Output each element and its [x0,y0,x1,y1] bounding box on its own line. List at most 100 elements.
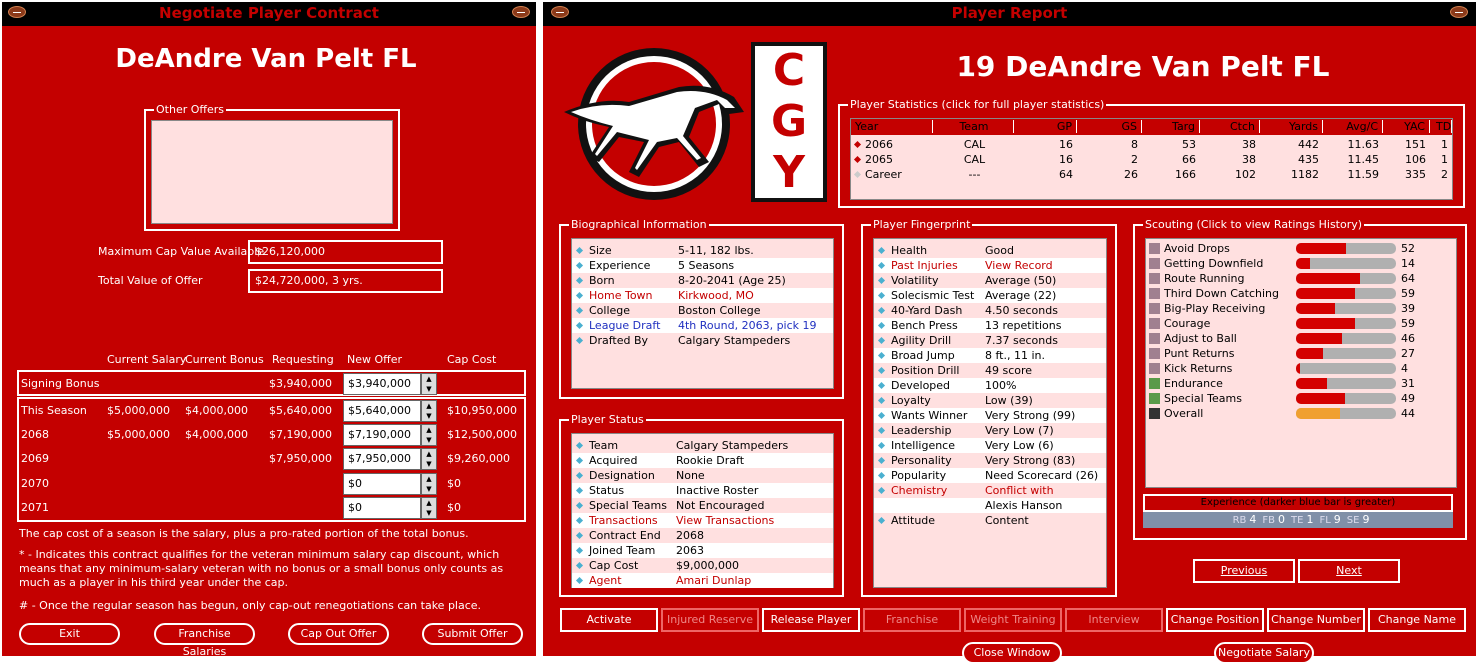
info-value: Calgary Stampeders [678,334,791,347]
info-value: Alexis Hanson [985,499,1063,512]
info-row: Drafted By Calgary Stampeders [572,333,833,348]
new-offer-stepper[interactable]: $0 ▲ ▼ [343,497,437,519]
scouting-row[interactable]: Kick Returns 4 [1146,361,1456,376]
info-row: Size 5-11, 182 lbs. [572,243,833,258]
scouting-row[interactable]: Avoid Drops 52 [1146,241,1456,256]
new-offer-stepper[interactable]: $7,950,000 ▲ ▼ [343,448,437,470]
info-row[interactable]: Past Injuries View Record [874,258,1106,273]
close-window-button[interactable]: Close Window [962,642,1062,664]
arrow-up-icon[interactable]: ▲ [422,401,436,411]
bullet-icon [877,486,886,495]
player-stats-table[interactable]: Year Team GP GS Targ Ctch Yards Avg/C YAC TD 2066… [850,118,1453,200]
rating-bar-fill [1296,243,1346,254]
franchise-salaries-button[interactable]: Franchise Salaries [154,623,255,658]
arrow-up-icon[interactable]: ▲ [422,425,436,435]
info-key: Volatility [891,274,939,287]
info-value[interactable]: View Record [985,259,1053,272]
scouting-group[interactable]: Scouting (Click to view Ratings History)… [1133,218,1467,540]
scouting-row[interactable]: Adjust to Ball 46 [1146,331,1456,346]
info-key: Born [589,274,615,287]
change-name-button[interactable]: Change Name [1368,608,1466,632]
stats-row[interactable]: 2065 CAL 16 2 66 38 435 11.45 106 1 [851,152,1452,167]
change-position-button[interactable]: Change Position [1166,608,1264,632]
new-offer-stepper[interactable]: $3,940,000 ▲ ▼ [343,373,437,395]
new-offer-stepper[interactable]: $7,190,000 ▲ ▼ [343,424,437,446]
info-row[interactable]: League Draft 4th Round, 2063, pick 19 [572,318,833,333]
arrow-down-icon[interactable]: ▼ [422,384,436,394]
info-row[interactable]: Home Town Kirkwood, MO [572,288,833,303]
col-current-bonus: Current Bonus [185,353,264,366]
submit-offer-button[interactable]: Submit Offer [422,623,523,645]
info-row: Bench Press 13 repetitions [874,318,1106,333]
info-value[interactable]: 4th Round, 2063, pick 19 [678,319,817,332]
cap-cost-cell: $0 [447,477,461,490]
scouting-row[interactable]: Big-Play Receiving 39 [1146,301,1456,316]
info-row: College Boston College [572,303,833,318]
stats-header-cell: Yards [1262,120,1323,133]
franchise-button[interactable]: Franchise [863,608,961,632]
stepper-arrows[interactable]: ▲ ▼ [421,373,437,395]
scouting-row[interactable]: Courage 59 [1146,316,1456,331]
new-offer-input[interactable]: $7,950,000 [343,448,421,470]
scouting-list[interactable]: Avoid Drops 52 Getting Downfield 14 Route Ru… [1145,238,1457,488]
arrow-up-icon[interactable]: ▲ [422,498,436,508]
arrow-down-icon[interactable]: ▼ [422,411,436,421]
info-value[interactable]: Amari Dunlap [676,574,751,587]
injured-reserve-button[interactable]: Injured Reserve [661,608,759,632]
release-player-button[interactable]: Release Player [762,608,860,632]
negotiate-salary-button[interactable]: Negotiate Salary [1214,642,1314,664]
info-value[interactable]: Kirkwood, MO [678,289,754,302]
stats-cell: 106 [1405,153,1426,166]
exit-button[interactable]: Exit [19,623,120,645]
info-value: Average (22) [985,289,1057,302]
new-offer-input[interactable]: $0 [343,497,421,519]
stepper-arrows[interactable]: ▲ ▼ [421,497,437,519]
info-row: Agility Drill 7.37 seconds [874,333,1106,348]
info-row[interactable]: Agent Amari Dunlap [572,573,833,588]
stats-cell: 64 [1059,168,1073,181]
stats-row[interactable]: Career --- 64 26 166 102 1182 11.59 335 2 [851,167,1452,182]
new-offer-input[interactable]: $3,940,000 [343,373,421,395]
scouting-row[interactable]: Endurance 31 [1146,376,1456,391]
arrow-up-icon[interactable]: ▲ [422,374,436,384]
stepper-arrows[interactable]: ▲ ▼ [421,473,437,495]
info-value[interactable]: View Transactions [676,514,774,527]
cap-out-offer-button[interactable]: Cap Out Offer [288,623,389,645]
player-stats-group: Player Statistics (click for full player… [838,98,1465,208]
info-row[interactable]: Chemistry Conflict with [874,483,1106,498]
new-offer-stepper[interactable]: $0 ▲ ▼ [343,473,437,495]
next-button[interactable]: Next [1298,559,1400,583]
scouting-row[interactable]: Route Running 64 [1146,271,1456,286]
scouting-row[interactable]: Getting Downfield 14 [1146,256,1456,271]
scouting-row[interactable]: Special Teams 49 [1146,391,1456,406]
stepper-arrows[interactable]: ▲ ▼ [421,448,437,470]
scouting-row[interactable]: Third Down Catching 59 [1146,286,1456,301]
new-offer-input[interactable]: $5,640,000 [343,400,421,422]
stats-cell: 102 [1235,168,1256,181]
bullet-icon [575,276,584,285]
stepper-arrows[interactable]: ▲ ▼ [421,424,437,446]
arrow-up-icon[interactable]: ▲ [422,449,436,459]
weight-training-button[interactable]: Weight Training [964,608,1062,632]
stats-row[interactable]: 2066 CAL 16 8 53 38 442 11.63 151 1 [851,137,1452,152]
arrow-down-icon[interactable]: ▼ [422,435,436,445]
arrow-up-icon[interactable]: ▲ [422,474,436,484]
new-offer-input[interactable]: $0 [343,473,421,495]
new-offer-input[interactable]: $7,190,000 [343,424,421,446]
new-offer-stepper[interactable]: $5,640,000 ▲ ▼ [343,400,437,422]
other-offers-list[interactable] [151,120,393,224]
bullet-icon [575,576,584,585]
football-icon [8,6,26,18]
arrow-down-icon[interactable]: ▼ [422,508,436,518]
arrow-down-icon[interactable]: ▼ [422,459,436,469]
arrow-down-icon[interactable]: ▼ [422,484,436,494]
activate-button[interactable]: Activate [560,608,658,632]
scouting-row[interactable]: Overall 44 [1146,406,1456,421]
info-row[interactable]: Transactions View Transactions [572,513,833,528]
previous-button[interactable]: Previous [1193,559,1295,583]
info-value[interactable]: Conflict with [985,484,1054,497]
scouting-row[interactable]: Punt Returns 27 [1146,346,1456,361]
stepper-arrows[interactable]: ▲ ▼ [421,400,437,422]
interview-button[interactable]: Interview [1065,608,1163,632]
change-number-button[interactable]: Change Number [1267,608,1365,632]
